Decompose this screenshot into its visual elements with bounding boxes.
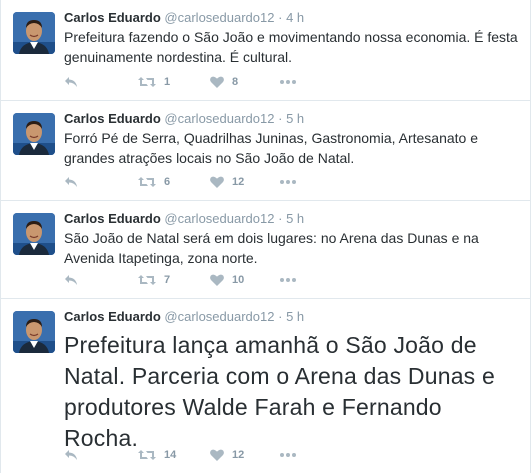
reply-icon xyxy=(65,275,77,285)
like-count: 12 xyxy=(232,176,245,188)
tweet-timestamp[interactable]: 5 h xyxy=(286,111,304,126)
tweet-timestamp[interactable]: 5 h xyxy=(286,211,304,226)
retweet-count: 7 xyxy=(164,274,171,286)
separator: · xyxy=(278,10,283,25)
like-button[interactable]: 12 xyxy=(210,176,280,188)
avatar[interactable] xyxy=(13,311,55,353)
avatar[interactable] xyxy=(13,213,55,255)
more-dots-icon xyxy=(280,453,296,457)
separator: · xyxy=(278,111,283,126)
author-fullname[interactable]: Carlos Eduardo xyxy=(64,309,161,324)
more-dots-icon xyxy=(280,278,296,282)
tweet-text: Prefeitura lança amanhã o São João de Na… xyxy=(64,332,495,451)
like-button[interactable]: 12 xyxy=(210,449,280,461)
more-dots-icon xyxy=(280,180,296,184)
reply-button[interactable] xyxy=(64,274,138,286)
separator: · xyxy=(278,211,283,226)
tweet-header: Carlos Eduardo @carloseduardo12 · 4 h xyxy=(64,9,520,26)
more-dots-icon xyxy=(280,80,296,84)
retweet-button[interactable]: 7 xyxy=(138,274,210,286)
reply-icon xyxy=(65,177,77,187)
more-button[interactable] xyxy=(280,80,296,84)
tweet-actions: 1 8 xyxy=(64,73,296,91)
tweet-text: Prefeitura fazendo o São João e moviment… xyxy=(64,29,518,65)
like-button[interactable]: 10 xyxy=(210,274,280,286)
separator: · xyxy=(278,309,283,324)
retweet-count: 6 xyxy=(164,176,171,188)
author-username[interactable]: @carloseduardo12 xyxy=(164,111,274,126)
author-fullname[interactable]: Carlos Eduardo xyxy=(64,211,161,226)
retweet-icon xyxy=(138,77,156,87)
like-count: 10 xyxy=(232,274,245,286)
tweet-timestamp[interactable]: 5 h xyxy=(286,309,304,324)
retweet-button[interactable]: 6 xyxy=(138,176,210,188)
tweet-header: Carlos Eduardo @carloseduardo12 · 5 h xyxy=(64,308,520,325)
retweet-icon xyxy=(138,177,156,187)
reply-button[interactable] xyxy=(64,76,138,88)
tweet-actions: 6 12 xyxy=(64,173,296,191)
tweet-text: São João de Natal será em dois lugares: … xyxy=(64,230,479,266)
heart-icon xyxy=(210,176,224,188)
tweet[interactable]: Carlos Eduardo @carloseduardo12 · 5 h Pr… xyxy=(1,299,530,473)
retweet-button[interactable]: 1 xyxy=(138,76,210,88)
reply-icon xyxy=(65,450,77,460)
retweet-icon xyxy=(138,450,156,460)
author-username[interactable]: @carloseduardo12 xyxy=(164,211,274,226)
more-button[interactable] xyxy=(280,453,296,457)
author-username[interactable]: @carloseduardo12 xyxy=(164,309,274,324)
heart-icon xyxy=(210,449,224,461)
retweet-count: 14 xyxy=(164,449,177,461)
like-button[interactable]: 8 xyxy=(210,76,280,88)
tweet-timestamp[interactable]: 4 h xyxy=(286,10,304,25)
like-count: 12 xyxy=(232,449,245,461)
like-count: 8 xyxy=(232,76,239,88)
heart-icon xyxy=(210,274,224,286)
author-fullname[interactable]: Carlos Eduardo xyxy=(64,111,161,126)
avatar[interactable] xyxy=(13,113,55,155)
author-username[interactable]: @carloseduardo12 xyxy=(164,10,274,25)
tweet-header: Carlos Eduardo @carloseduardo12 · 5 h xyxy=(64,110,520,127)
more-button[interactable] xyxy=(280,180,296,184)
reply-icon xyxy=(65,77,77,87)
tweet[interactable]: Carlos Eduardo @carloseduardo12 · 5 h Fo… xyxy=(1,101,530,201)
tweet-header: Carlos Eduardo @carloseduardo12 · 5 h xyxy=(64,210,520,227)
tweet[interactable]: Carlos Eduardo @carloseduardo12 · 5 h Sã… xyxy=(1,201,530,299)
tweet-text: Forró Pé de Serra, Quadrilhas Juninas, G… xyxy=(64,130,478,166)
reply-button[interactable] xyxy=(64,176,138,188)
heart-icon xyxy=(210,76,224,88)
tweet-timeline: Carlos Eduardo @carloseduardo12 · 4 h Pr… xyxy=(0,0,531,473)
more-button[interactable] xyxy=(280,278,296,282)
avatar[interactable] xyxy=(13,12,55,54)
retweet-icon xyxy=(138,275,156,285)
author-fullname[interactable]: Carlos Eduardo xyxy=(64,10,161,25)
tweet[interactable]: Carlos Eduardo @carloseduardo12 · 4 h Pr… xyxy=(1,0,530,101)
retweet-count: 1 xyxy=(164,76,171,88)
reply-button[interactable] xyxy=(64,449,138,461)
retweet-button[interactable]: 14 xyxy=(138,449,210,461)
tweet-actions: 7 10 xyxy=(64,271,296,289)
tweet-actions: 14 12 xyxy=(64,446,296,464)
